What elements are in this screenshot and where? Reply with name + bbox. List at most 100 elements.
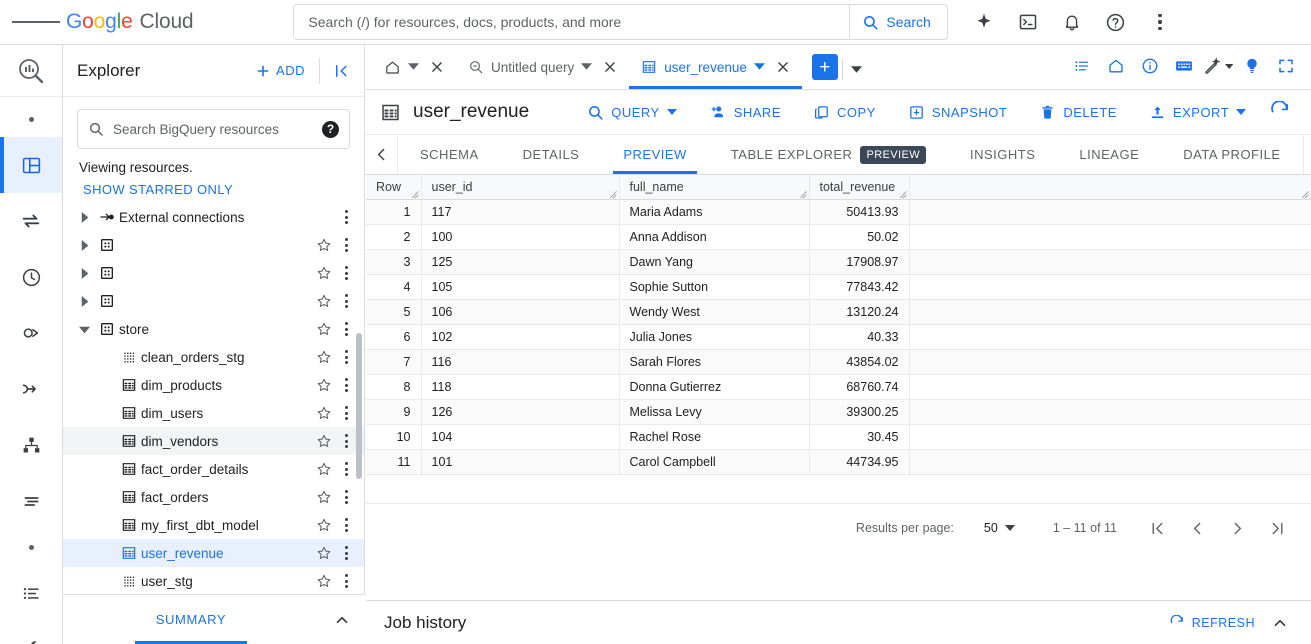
star-icon[interactable] xyxy=(312,461,336,477)
rail-item-admin[interactable] xyxy=(0,621,62,644)
tree-item-External connections[interactable]: External connections xyxy=(63,203,364,231)
job-history-collapse-icon[interactable] xyxy=(1263,614,1297,632)
tab-home-close-icon[interactable] xyxy=(426,56,448,78)
tree-item-dim-products[interactable]: dim_products xyxy=(63,371,364,399)
tab-user-revenue-close-icon[interactable] xyxy=(772,56,794,78)
tree-item-unnamed-1[interactable] xyxy=(63,231,364,259)
export-button[interactable]: EXPORT xyxy=(1141,97,1254,128)
tab-schema[interactable]: SCHEMA xyxy=(398,135,501,174)
more-vert-icon[interactable] xyxy=(336,573,356,589)
more-vert-icon[interactable] xyxy=(336,405,356,421)
tab-user-revenue-caret-icon[interactable] xyxy=(753,60,765,75)
main-menu-icon[interactable] xyxy=(12,0,60,45)
add-data-button[interactable]: ADD xyxy=(247,57,313,85)
rail-item-dot-indicator-2[interactable] xyxy=(0,529,62,565)
star-icon[interactable] xyxy=(312,377,336,393)
first-page-icon[interactable] xyxy=(1137,508,1177,548)
column-header-total-revenue[interactable]: total_revenue xyxy=(809,175,910,200)
chevron-right-icon[interactable] xyxy=(73,267,95,279)
more-vert-icon[interactable] xyxy=(336,321,356,337)
collapse-left-icon[interactable] xyxy=(326,55,358,87)
keyboard-shortcuts-icon[interactable] xyxy=(1169,51,1199,81)
column-header-full-name[interactable]: full_name xyxy=(619,175,810,200)
cloud-shell-icon[interactable] xyxy=(1010,4,1046,40)
tab-data-profile[interactable]: DATA PROFILE xyxy=(1161,135,1302,174)
last-page-icon[interactable] xyxy=(1257,508,1297,548)
prev-page-icon[interactable] xyxy=(1177,508,1217,548)
fullscreen-icon[interactable] xyxy=(1271,51,1301,81)
more-vert-icon[interactable] xyxy=(336,293,356,309)
tree-item-user-stg[interactable]: user_stg xyxy=(63,567,364,595)
copy-button[interactable]: COPY xyxy=(805,97,884,128)
rail-item-analytics-hub[interactable] xyxy=(0,305,62,361)
bigquery-search-input[interactable]: Search BigQuery resources ? xyxy=(77,109,350,149)
tree-item-dim-vendors[interactable]: dim_vendors xyxy=(63,427,364,455)
column-resize-handle[interactable] xyxy=(799,189,808,198)
help-circle-icon[interactable]: ? xyxy=(322,120,339,138)
more-vert-icon[interactable] xyxy=(336,265,356,281)
more-vert-icon[interactable] xyxy=(336,545,356,561)
tab-untitled-query-close-icon[interactable] xyxy=(599,56,621,78)
table-row[interactable]: 2 100 Anna Addison 50.02 xyxy=(366,224,1311,250)
star-icon[interactable] xyxy=(312,265,336,281)
tree-item-fact-order-details[interactable]: fact_order_details xyxy=(63,455,364,483)
snapshot-button[interactable]: SNAPSHOT xyxy=(900,97,1016,128)
table-row[interactable]: 8 118 Donna Gutierrez 68760.74 xyxy=(366,374,1311,400)
tab-preview[interactable]: PREVIEW xyxy=(601,135,708,174)
new-tab-options-caret-icon[interactable] xyxy=(841,58,870,80)
star-icon[interactable] xyxy=(312,573,336,589)
column-resize-handle[interactable] xyxy=(411,189,420,198)
chevron-right-icon[interactable] xyxy=(73,211,95,223)
more-vert-icon[interactable] xyxy=(336,237,356,253)
detail-tabs-scroll-left[interactable] xyxy=(366,135,398,174)
chevron-down-icon[interactable] xyxy=(73,324,95,335)
chevron-up-icon[interactable] xyxy=(319,611,365,629)
table-row[interactable]: 3 125 Dawn Yang 17908.97 xyxy=(366,249,1311,275)
star-icon[interactable] xyxy=(312,517,336,533)
notifications-bell-icon[interactable] xyxy=(1054,4,1090,40)
column-resize-handle[interactable] xyxy=(1301,189,1310,198)
table-row[interactable]: 7 116 Sarah Flores 43854.02 xyxy=(366,349,1311,375)
more-vert-icon[interactable] xyxy=(336,489,356,505)
search-button[interactable]: Search xyxy=(849,4,948,40)
table-row[interactable]: 1 117 Maria Adams 50413.93 xyxy=(366,199,1311,225)
star-icon[interactable] xyxy=(312,293,336,309)
table-row[interactable]: 11 101 Carol Campbell 44734.95 xyxy=(366,449,1311,475)
star-icon[interactable] xyxy=(312,349,336,365)
rail-item-studio[interactable] xyxy=(0,137,62,193)
tab-table-explorer[interactable]: TABLE EXPLORER PREVIEW xyxy=(709,135,948,174)
table-row[interactable]: 5 106 Wendy West 13120.24 xyxy=(366,299,1311,325)
list-view-icon[interactable] xyxy=(1067,51,1097,81)
table-row[interactable]: 10 104 Rachel Rose 30.45 xyxy=(366,424,1311,450)
more-vert-icon[interactable] xyxy=(336,517,356,533)
page-size-select[interactable]: 50 xyxy=(984,521,1015,535)
rail-item-scheduled-queries[interactable] xyxy=(0,249,62,305)
column-header-row[interactable]: Row xyxy=(366,175,422,200)
tree-item-dim-users[interactable]: dim_users xyxy=(63,399,364,427)
tab-home[interactable] xyxy=(372,45,456,89)
star-icon[interactable] xyxy=(312,321,336,337)
rail-item-data-transfers[interactable] xyxy=(0,193,62,249)
rail-item-dot-indicator[interactable] xyxy=(0,101,62,137)
more-vert-icon[interactable] xyxy=(336,377,356,393)
delete-button[interactable]: DELETE xyxy=(1031,97,1125,128)
gemini-spark-icon[interactable] xyxy=(966,4,1002,40)
tab-user-revenue[interactable]: user_revenue xyxy=(629,45,802,89)
query-button[interactable]: QUERY xyxy=(579,97,685,128)
refresh-button[interactable] xyxy=(1263,95,1297,129)
tab-untitled-query-caret-icon[interactable] xyxy=(581,60,593,75)
star-icon[interactable] xyxy=(312,405,336,421)
google-cloud-logo[interactable]: Google Cloud xyxy=(66,10,194,34)
more-vert-icon[interactable] xyxy=(1142,4,1178,40)
home-icon[interactable] xyxy=(1101,51,1131,81)
table-row[interactable]: 6 102 Julia Jones 40.33 xyxy=(366,324,1311,350)
job-history-refresh-button[interactable]: REFRESH xyxy=(1161,609,1263,637)
rail-item-data-lineage[interactable] xyxy=(0,473,62,529)
magic-edit-icon[interactable] xyxy=(1203,51,1233,81)
show-starred-only-link[interactable]: SHOW STARRED ONLY xyxy=(83,182,233,197)
star-icon[interactable] xyxy=(312,489,336,505)
chevron-right-icon[interactable] xyxy=(73,239,95,251)
explorer-scrollbar-thumb[interactable] xyxy=(356,333,362,479)
column-resize-handle[interactable] xyxy=(899,189,908,198)
column-resize-handle[interactable] xyxy=(609,189,618,198)
